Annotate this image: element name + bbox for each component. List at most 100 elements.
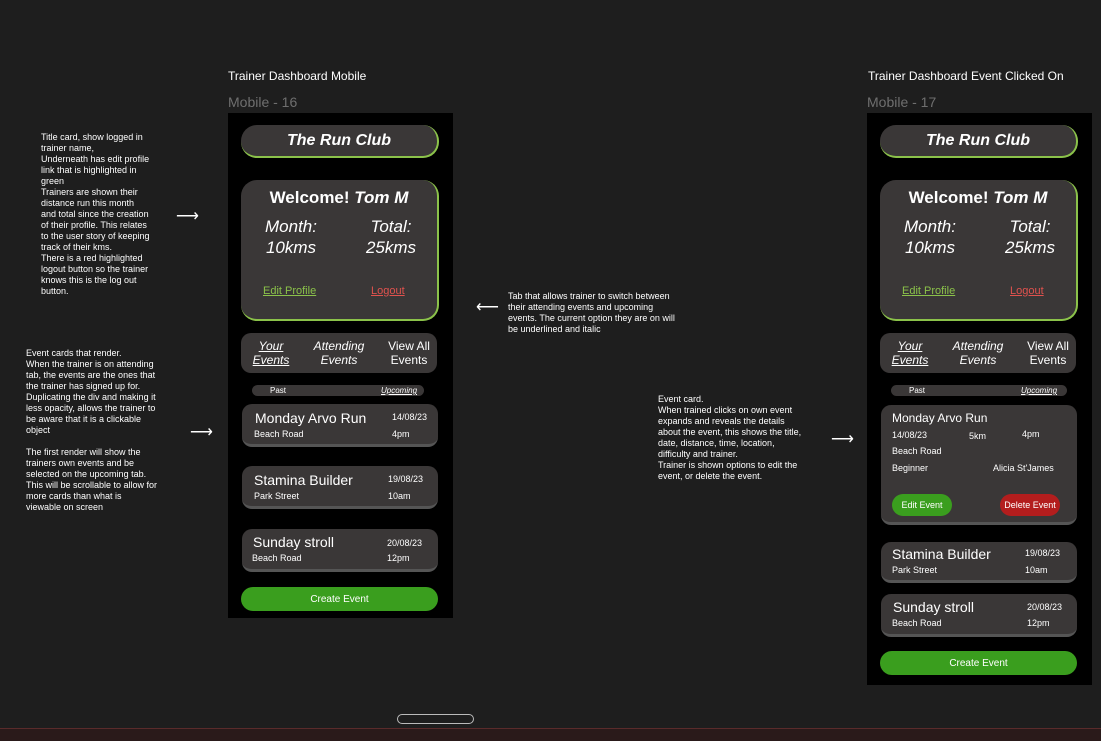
event-time: 12pm <box>1027 618 1050 628</box>
event-location: Park Street <box>254 491 300 501</box>
total-stat: Total: 25kms <box>992 216 1068 258</box>
subtab-upcoming[interactable]: Upcoming <box>1021 385 1057 396</box>
tab-label: Events <box>959 353 997 367</box>
tab-label: Attending <box>313 339 365 353</box>
event-location: Park Street <box>892 565 938 575</box>
time-filter-bar: Past Upcoming <box>252 385 424 396</box>
arrow-right-icon: ⟶ <box>831 431 854 448</box>
event-location: Beach Road <box>254 429 304 439</box>
note-event-card-expanded: Event card. When trained clicks on own e… <box>658 394 802 481</box>
tab-label: Events <box>1029 353 1067 367</box>
welcome-heading: Welcome! Tom M <box>241 188 437 208</box>
month-value: 10kms <box>904 238 956 257</box>
total-label: Total: <box>370 217 412 236</box>
tab-view-all-events[interactable]: View All Events <box>1022 339 1074 367</box>
event-time: 4pm <box>1022 429 1040 439</box>
events-tab-bar: Your Events Attending Events View All Ev… <box>241 333 437 373</box>
logout-link[interactable]: Logout <box>371 285 405 297</box>
tab-label: Events <box>252 353 290 367</box>
event-date: 14/08/23 <box>892 430 928 440</box>
app-title: The Run Club <box>241 125 439 158</box>
tab-label: Your <box>897 339 923 353</box>
canvas-scroll-handle[interactable] <box>397 714 474 724</box>
month-stat: Month: 10kms <box>253 216 329 258</box>
month-stat: Month: 10kms <box>892 216 968 258</box>
subtab-upcoming[interactable]: Upcoming <box>381 385 417 396</box>
subtab-past[interactable]: Past <box>270 385 286 396</box>
logout-link[interactable]: Logout <box>1010 285 1044 297</box>
event-title: Sunday stroll <box>893 599 974 615</box>
total-label: Total: <box>1009 217 1051 236</box>
total-value: 25kms <box>365 238 417 257</box>
tab-label: Attending <box>952 339 1004 353</box>
event-date: 14/08/23 <box>392 412 428 422</box>
event-time: 12pm <box>387 553 410 563</box>
event-card[interactable]: Stamina Builder Park Street 19/08/23 10a… <box>242 466 438 509</box>
note-event-cards: Event cards that render. When the traine… <box>26 348 158 512</box>
edit-profile-link[interactable]: Edit Profile <box>263 285 316 297</box>
phone-frame-mobile-17: The Run Club Welcome! Tom M Month: 10kms… <box>867 113 1092 685</box>
event-trainer: Alicia St'James <box>993 463 1054 473</box>
bottom-toolbar <box>0 728 1101 741</box>
tab-label: Events <box>390 353 428 367</box>
event-distance: 5km <box>969 431 987 441</box>
event-location: Beach Road <box>892 618 942 628</box>
event-card-expanded[interactable]: Monday Arvo Run 14/08/23 5km 4pm Beach R… <box>881 405 1077 525</box>
event-date: 19/08/23 <box>1025 548 1061 558</box>
frame-label-mobile-16: Mobile - 16 <box>228 94 298 110</box>
tab-label: Events <box>320 353 358 367</box>
frame-title-mobile-17: Trainer Dashboard Event Clicked On <box>868 69 1064 83</box>
total-value: 25kms <box>1004 238 1056 257</box>
welcome-heading: Welcome! Tom M <box>880 188 1076 208</box>
tab-label: Events <box>891 353 929 367</box>
frame-title-mobile-16: Trainer Dashboard Mobile <box>228 69 367 83</box>
arrow-right-icon: ⟶ <box>190 424 213 441</box>
tab-view-all-events[interactable]: View All Events <box>383 339 435 367</box>
trainer-name: Tom M <box>993 188 1048 207</box>
welcome-prefix: Welcome! <box>269 188 355 207</box>
event-time: 10am <box>388 491 411 501</box>
event-title: Monday Arvo Run <box>892 411 988 425</box>
event-difficulty: Beginner <box>892 463 929 473</box>
time-filter-bar: Past Upcoming <box>891 385 1067 396</box>
trainer-name: Tom M <box>354 188 409 207</box>
month-label: Month: <box>265 217 317 236</box>
event-time: 4pm <box>392 429 410 439</box>
event-card[interactable]: Stamina Builder Park Street 19/08/23 10a… <box>881 542 1077 583</box>
welcome-prefix: Welcome! <box>908 188 994 207</box>
event-location: Beach Road <box>252 553 302 563</box>
note-title-card: Title card, show logged in trainer name,… <box>41 132 150 296</box>
tab-your-events[interactable]: Your Events <box>888 339 932 367</box>
phone-frame-mobile-16: The Run Club Welcome! Tom M Month: 10kms… <box>228 113 453 618</box>
event-card[interactable]: Sunday stroll Beach Road 20/08/23 12pm <box>881 594 1077 637</box>
create-event-button[interactable]: Create Event <box>880 651 1077 675</box>
subtab-past[interactable]: Past <box>909 385 925 396</box>
event-title: Monday Arvo Run <box>255 410 367 426</box>
tab-attending-events[interactable]: Attending Events <box>309 339 369 367</box>
frame-label-mobile-17: Mobile - 17 <box>867 94 937 110</box>
event-card[interactable]: Sunday stroll Beach Road 20/08/23 12pm <box>242 529 438 572</box>
event-title: Stamina Builder <box>892 546 991 562</box>
events-tab-bar: Your Events Attending Events View All Ev… <box>880 333 1076 373</box>
event-location: Beach Road <box>892 446 942 456</box>
app-title: The Run Club <box>880 125 1078 158</box>
tab-attending-events[interactable]: Attending Events <box>948 339 1008 367</box>
note-tabs: Tab that allows trainer to switch betwee… <box>508 291 675 334</box>
event-date: 20/08/23 <box>1027 602 1063 612</box>
edit-profile-link[interactable]: Edit Profile <box>902 285 955 297</box>
delete-event-button[interactable]: Delete Event <box>1000 494 1060 516</box>
event-date: 19/08/23 <box>388 474 424 484</box>
arrow-left-icon: ⟵ <box>476 299 499 316</box>
tab-your-events[interactable]: Your Events <box>249 339 293 367</box>
total-stat: Total: 25kms <box>353 216 429 258</box>
event-title: Stamina Builder <box>254 472 353 488</box>
create-event-button[interactable]: Create Event <box>241 587 438 611</box>
tab-label: View All <box>1027 339 1069 353</box>
arrow-right-icon: ⟶ <box>176 208 199 225</box>
month-label: Month: <box>904 217 956 236</box>
edit-event-button[interactable]: Edit Event <box>892 494 952 516</box>
event-card[interactable]: Monday Arvo Run Beach Road 14/08/23 4pm <box>242 404 438 447</box>
event-date: 20/08/23 <box>387 538 423 548</box>
tab-label: Your <box>258 339 284 353</box>
welcome-card: Welcome! Tom M Month: 10kms Total: 25kms… <box>241 180 439 321</box>
